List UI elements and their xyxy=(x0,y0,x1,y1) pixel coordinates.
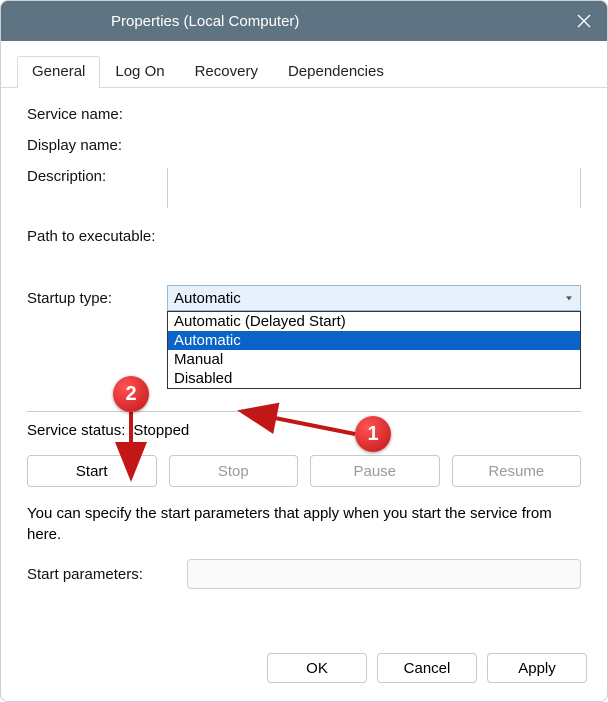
label-display-name: Display name: xyxy=(27,137,167,154)
window-title: Properties (Local Computer) xyxy=(111,13,299,30)
label-service-status: Service status: xyxy=(27,422,125,439)
control-button-row: Start Stop Pause Resume xyxy=(27,455,581,487)
label-description: Description: xyxy=(27,168,167,208)
option-automatic[interactable]: Automatic xyxy=(168,331,580,350)
start-button[interactable]: Start xyxy=(27,455,157,487)
ok-button[interactable]: OK xyxy=(267,653,367,683)
dialog-body: Service name: Display name: Description:… xyxy=(1,88,607,643)
option-manual[interactable]: Manual xyxy=(168,350,580,369)
description-box xyxy=(167,168,581,208)
cancel-button[interactable]: Cancel xyxy=(377,653,477,683)
stop-button: Stop xyxy=(169,455,299,487)
startup-type-combo[interactable]: Automatic Automatic (Delayed Start) Auto… xyxy=(167,285,581,311)
dialog-footer: OK Cancel Apply xyxy=(1,643,607,701)
properties-window: Properties (Local Computer) General Log … xyxy=(0,0,608,702)
label-path: Path to executable: xyxy=(27,228,155,245)
tab-recovery[interactable]: Recovery xyxy=(180,56,273,88)
titlebar: Properties (Local Computer) xyxy=(1,1,607,41)
pause-button: Pause xyxy=(310,455,440,487)
option-delayed[interactable]: Automatic (Delayed Start) xyxy=(168,312,580,331)
resume-button: Resume xyxy=(452,455,582,487)
option-disabled[interactable]: Disabled xyxy=(168,369,580,388)
label-startup-type: Startup type: xyxy=(27,290,167,307)
tab-logon[interactable]: Log On xyxy=(100,56,179,88)
close-button[interactable] xyxy=(561,1,607,41)
service-status-value: Stopped xyxy=(133,422,189,439)
start-parameters-input[interactable] xyxy=(187,559,581,589)
apply-button[interactable]: Apply xyxy=(487,653,587,683)
close-icon xyxy=(577,14,591,28)
annotation-badge-2: 2 xyxy=(113,376,149,412)
tab-dependencies[interactable]: Dependencies xyxy=(273,56,399,88)
start-hint: You can specify the start parameters tha… xyxy=(27,503,581,545)
combo-button[interactable]: Automatic xyxy=(167,285,581,311)
startup-type-dropdown[interactable]: Automatic (Delayed Start) Automatic Manu… xyxy=(167,311,581,389)
tab-row: General Log On Recovery Dependencies xyxy=(1,41,607,88)
label-start-parameters: Start parameters: xyxy=(27,566,187,583)
separator xyxy=(27,411,581,412)
tab-general[interactable]: General xyxy=(17,56,100,88)
annotation-badge-1: 1 xyxy=(355,416,391,452)
label-service-name: Service name: xyxy=(27,106,167,123)
combo-selected: Automatic xyxy=(174,290,241,307)
